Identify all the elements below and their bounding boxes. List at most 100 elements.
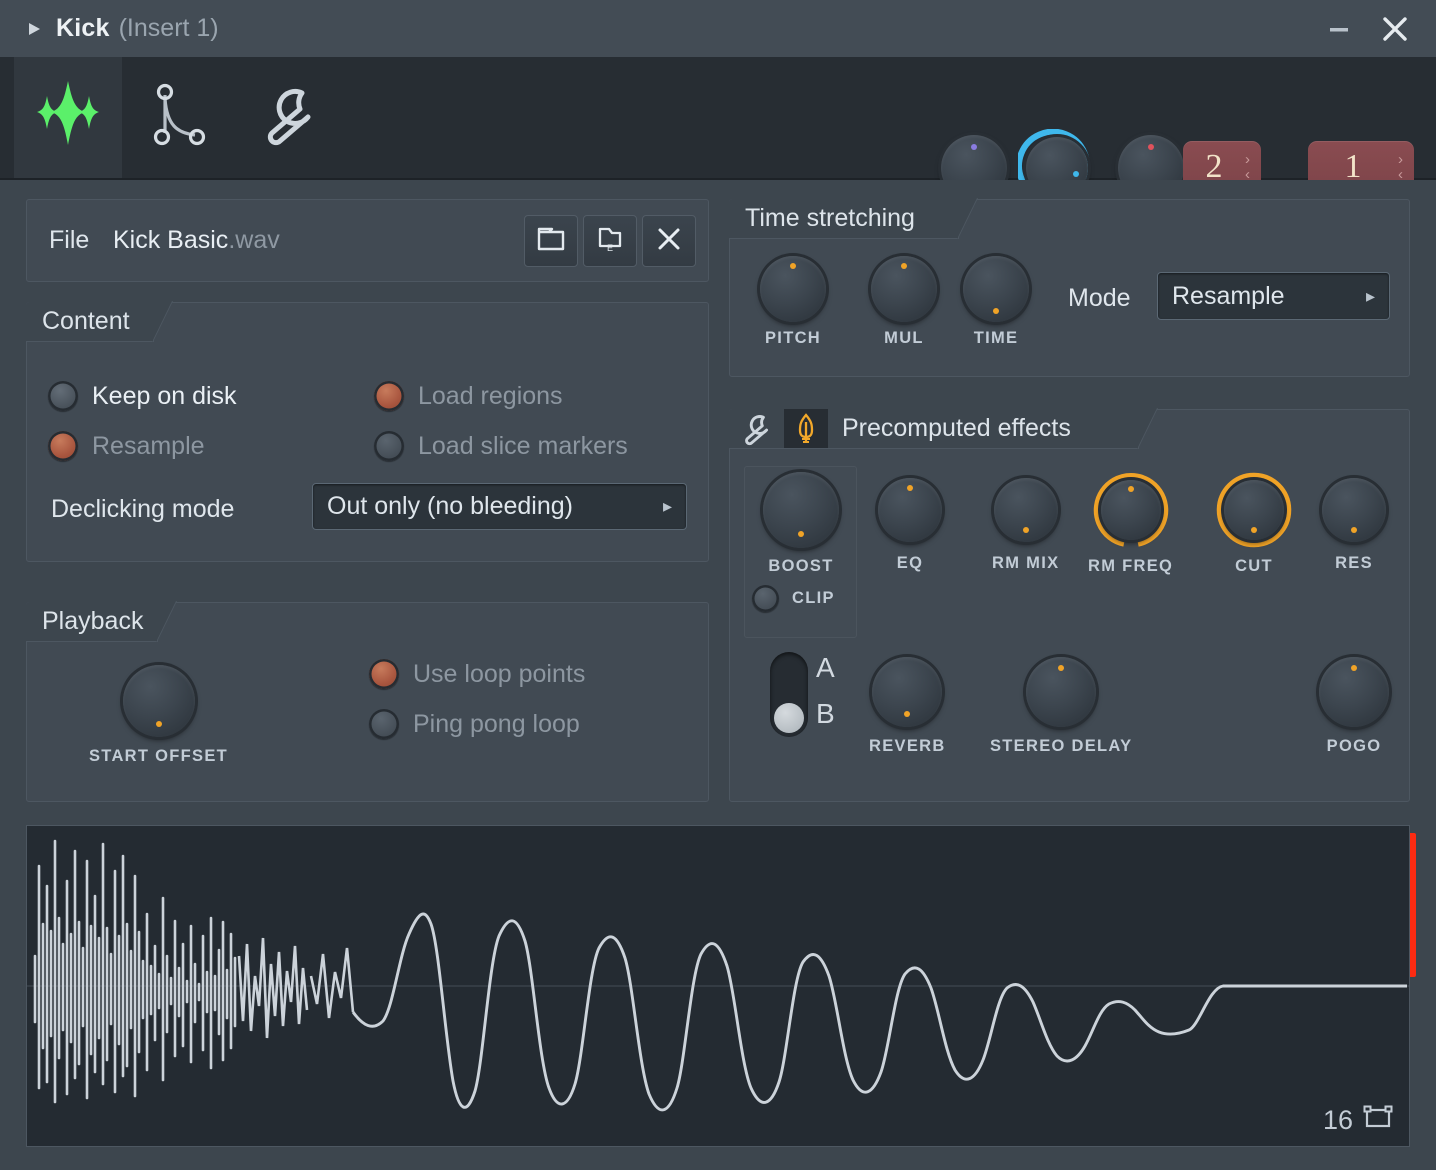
ts-pitch-knob-label: PITCH (765, 329, 821, 348)
res-knob-group: RES (1322, 478, 1386, 573)
pan-knob-indicator (971, 144, 977, 150)
waveform-tab[interactable] (14, 57, 122, 178)
ts-mul-knob[interactable] (871, 256, 937, 322)
precomputed-effects-panel: Precomputed effects BOOST EQ RM MIX (729, 409, 1410, 802)
page-title: Kick (56, 14, 110, 43)
file-extension: .wav (228, 226, 279, 255)
rm-freq-knob[interactable] (1101, 480, 1161, 540)
cut-knob[interactable] (1224, 480, 1284, 540)
clip-radio[interactable] (752, 585, 779, 612)
ab-switch-label-b: B (816, 698, 835, 730)
file-label: File (49, 226, 89, 255)
main-body: File Kick Basic .wav E (0, 180, 1436, 1170)
envelope-curve-icon (147, 81, 213, 154)
playback-panel-header: Playback (26, 602, 158, 642)
reverb-knob-group: REVERB (869, 657, 946, 756)
open-file-button[interactable] (524, 215, 578, 267)
ts-time-knob[interactable] (963, 256, 1029, 322)
playback-title: Playback (42, 607, 143, 636)
declicking-mode-select[interactable]: Out only (no bleeding) ▸ (312, 483, 687, 530)
start-offset-knob-indicator (156, 721, 162, 727)
boost-knob-indicator (798, 531, 804, 537)
eq-knob-label: EQ (897, 554, 923, 573)
ts-mul-knob-label: MUL (884, 329, 924, 348)
option-clip[interactable]: CLIP (752, 585, 835, 612)
rm-freq-knob-indicator (1128, 486, 1134, 492)
load-slice-markers-radio[interactable] (374, 431, 404, 461)
cut-knob-group: CUT (1216, 472, 1292, 576)
precomputed-effects-panel-header: Precomputed effects (729, 409, 1139, 449)
option-keep-on-disk[interactable]: Keep on disk (48, 381, 237, 411)
precomputed-effects-title: Precomputed effects (842, 414, 1071, 443)
ping-pong-loop-radio[interactable] (369, 709, 399, 739)
vol-knob-indicator (1073, 171, 1079, 177)
start-offset-knob-group: START OFFSET (89, 665, 228, 766)
start-offset-knob[interactable] (123, 665, 195, 737)
ts-mul-knob-group: MUL (871, 256, 937, 348)
waveform-display[interactable]: 16 (26, 825, 1410, 1147)
folder-icon (536, 226, 566, 257)
clear-file-button[interactable] (642, 215, 696, 267)
envelope-tab[interactable] (130, 57, 230, 178)
pogo-knob-indicator (1351, 665, 1357, 671)
keep-on-disk-radio[interactable] (48, 381, 78, 411)
option-load-regions[interactable]: Load regions (374, 381, 563, 411)
waveform-count: 16 (1323, 1105, 1353, 1136)
use-loop-points-radio[interactable] (369, 659, 399, 689)
stereo-delay-knob[interactable] (1026, 657, 1096, 727)
file-name: Kick Basic (113, 226, 228, 255)
cut-knob-indicator (1251, 527, 1257, 533)
ab-switch[interactable] (770, 652, 808, 737)
boost-knob[interactable] (763, 472, 839, 548)
option-resample[interactable]: Resample (48, 431, 205, 461)
pogo-knob-label: POGO (1327, 737, 1382, 756)
rm-mix-knob[interactable] (994, 478, 1058, 542)
load-regions-label: Load regions (418, 382, 563, 411)
folder-edison-icon: E (595, 225, 625, 258)
ts-time-knob-label: TIME (974, 329, 1019, 348)
option-use-loop-points[interactable]: Use loop points (369, 659, 585, 689)
keep-on-disk-label: Keep on disk (92, 382, 237, 411)
waveform-graphic (27, 826, 1409, 1146)
rm-freq-knob-label: RM FREQ (1088, 557, 1173, 576)
use-loop-points-label: Use loop points (413, 660, 585, 689)
declicking-mode-label: Declicking mode (51, 495, 234, 524)
cut-knob-label: CUT (1235, 557, 1273, 576)
ts-time-knob-group: TIME (963, 256, 1029, 348)
ts-pitch-knob[interactable] (760, 256, 826, 322)
boost-knob-label: BOOST (768, 557, 833, 576)
load-slice-markers-label: Load slice markers (418, 432, 628, 461)
ab-switch-thumb[interactable] (774, 703, 804, 733)
resample-radio[interactable] (48, 431, 78, 461)
file-panel: File Kick Basic .wav E (26, 199, 709, 282)
res-knob-indicator (1351, 527, 1357, 533)
option-ping-pong-loop[interactable]: Ping pong loop (369, 709, 580, 739)
tube-icon[interactable] (784, 409, 828, 448)
triangle-right-icon[interactable] (26, 20, 42, 38)
track-steppers[interactable]: ›‹ (1398, 153, 1403, 181)
pitch-knob-indicator (1148, 144, 1154, 150)
loop-region-icon (1363, 1104, 1393, 1137)
pogo-knob[interactable] (1319, 657, 1389, 727)
res-knob[interactable] (1322, 478, 1386, 542)
wrench-icon[interactable] (739, 412, 775, 446)
edit-in-edison-button[interactable]: E (583, 215, 637, 267)
chevron-right-icon: ▸ (663, 496, 672, 517)
stereo-delay-knob-group: STEREO DELAY (990, 657, 1132, 756)
minimize-icon[interactable] (1316, 6, 1362, 52)
close-icon[interactable] (1372, 6, 1418, 52)
reverb-knob[interactable] (872, 657, 942, 727)
option-load-slice-markers[interactable]: Load slice markers (374, 431, 628, 461)
eq-knob[interactable] (878, 478, 942, 542)
res-knob-label: RES (1335, 554, 1373, 573)
mode-select[interactable]: Resample ▸ (1157, 272, 1390, 320)
reverb-knob-label: REVERB (869, 737, 946, 756)
pitch-range-steppers[interactable]: ›‹ (1245, 153, 1250, 181)
rm-mix-knob-group: RM MIX (992, 478, 1059, 573)
ping-pong-loop-label: Ping pong loop (413, 710, 580, 739)
ab-switch-label-a: A (816, 652, 835, 684)
clip-label: CLIP (792, 589, 835, 608)
rm-mix-knob-label: RM MIX (992, 554, 1059, 573)
load-regions-radio[interactable] (374, 381, 404, 411)
tools-tab[interactable] (240, 57, 340, 178)
